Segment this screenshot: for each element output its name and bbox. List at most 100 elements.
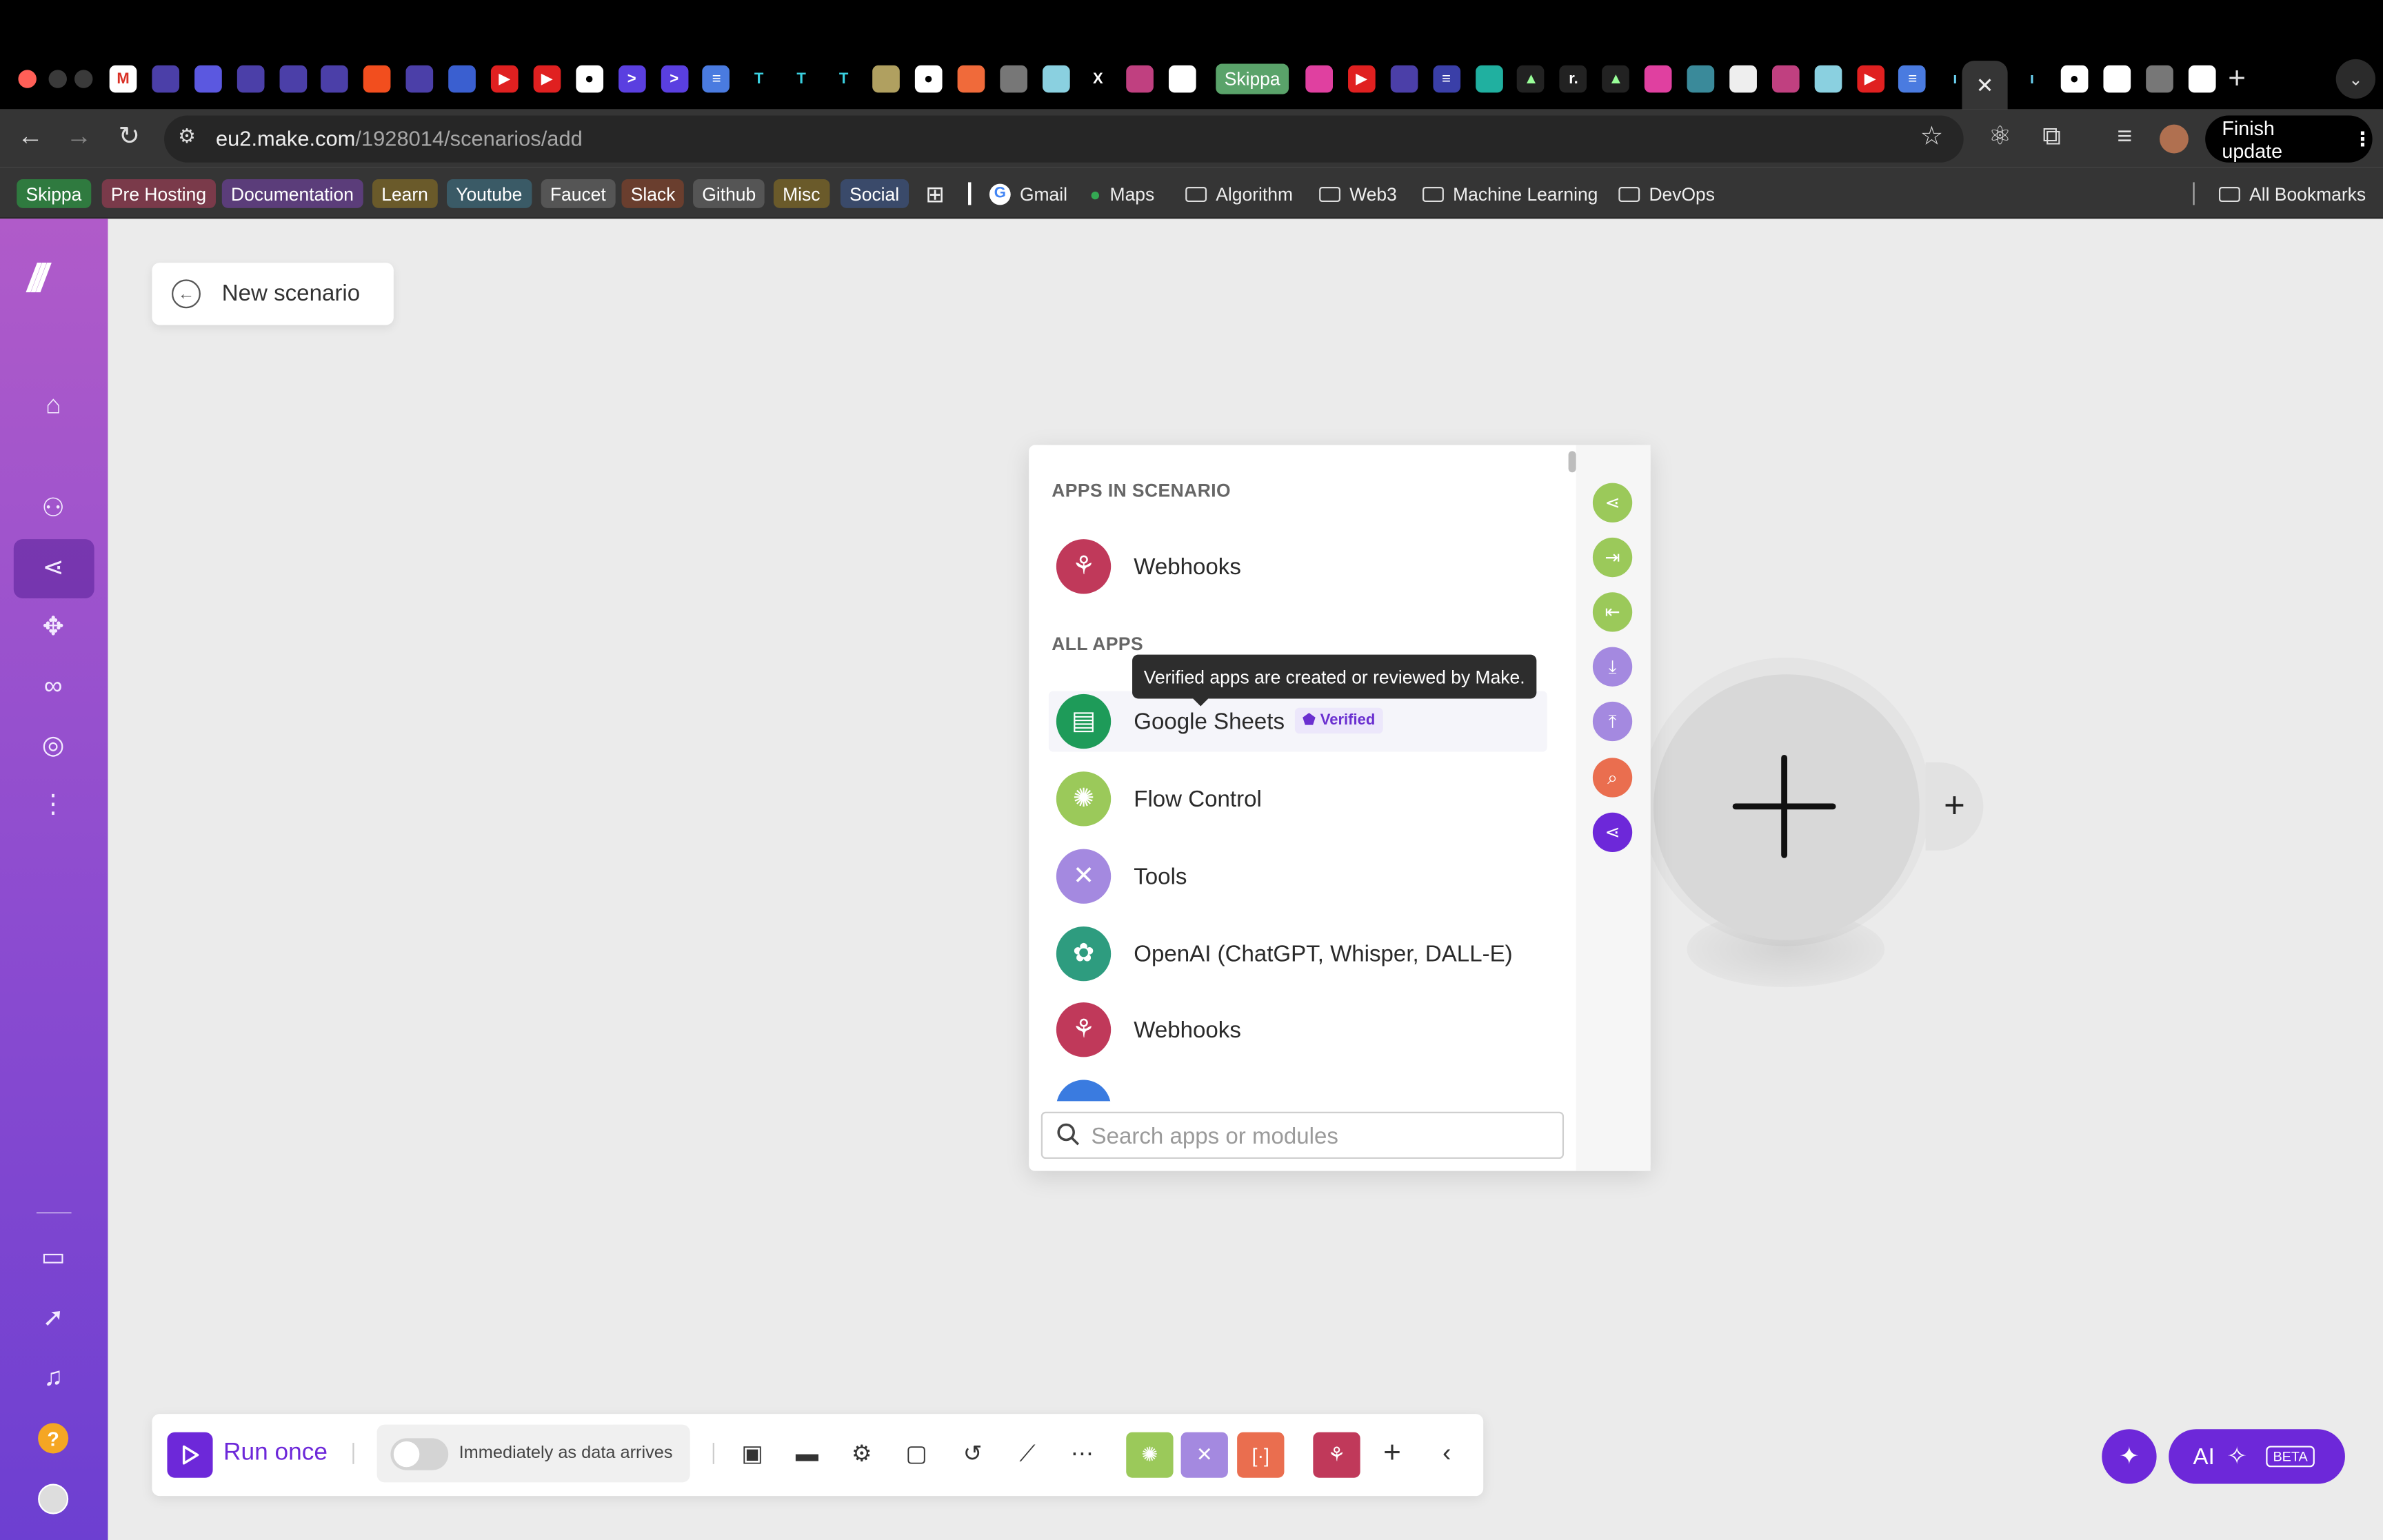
run-once-button[interactable] bbox=[167, 1432, 213, 1478]
magic-wand-icon[interactable]: ⟋ bbox=[1011, 1437, 1044, 1470]
add-favorite-icon[interactable]: + bbox=[1376, 1436, 1409, 1470]
app-tab-icon[interactable] bbox=[1127, 65, 1154, 93]
extensions-icon[interactable]: ⧉ bbox=[2035, 121, 2068, 152]
explain-flow-icon[interactable]: ▬ bbox=[790, 1437, 823, 1470]
bookmark-slack[interactable]: Slack bbox=[621, 179, 685, 208]
zoom-window-button[interactable] bbox=[74, 70, 93, 88]
app-tab-icon[interactable]: T bbox=[829, 65, 858, 93]
app-tab-icon[interactable] bbox=[194, 65, 222, 93]
shield-tab-icon[interactable] bbox=[152, 65, 179, 93]
url-text[interactable]: eu2.make.com/1928014/scenarios/add bbox=[216, 126, 583, 150]
notes-icon[interactable]: ▢ bbox=[900, 1437, 933, 1470]
figma-tab-icon[interactable] bbox=[363, 65, 392, 93]
user-avatar[interactable] bbox=[38, 1483, 69, 1514]
tab-search-button[interactable]: ⌄ bbox=[2335, 59, 2376, 99]
more-icon[interactable]: ⋯ bbox=[1065, 1437, 1098, 1470]
globe-tab-icon[interactable] bbox=[999, 65, 1027, 93]
terminal-tab-icon[interactable]: > bbox=[660, 65, 688, 93]
x-tab-icon[interactable]: X bbox=[1084, 65, 1112, 93]
docs-tab-icon[interactable]: ≡ bbox=[1898, 65, 1927, 93]
terminal-tab-icon[interactable]: > bbox=[618, 65, 646, 93]
docs-tab-icon[interactable]: ≡ bbox=[703, 65, 731, 93]
app-tab-icon[interactable]: T bbox=[787, 65, 815, 93]
shield-tab-icon[interactable] bbox=[237, 65, 264, 93]
chrome-tab-icon[interactable] bbox=[1169, 65, 1197, 93]
bookmark-social[interactable]: Social bbox=[840, 179, 909, 208]
github-tab-icon[interactable]: ● bbox=[914, 65, 943, 93]
team-icon[interactable]: ⚇ bbox=[33, 489, 72, 528]
ai-assistant-button[interactable]: AI ✧ BETA bbox=[2169, 1429, 2345, 1484]
text-parser-icon[interactable]: [·] bbox=[1237, 1432, 1285, 1478]
app-tab-icon[interactable] bbox=[1729, 65, 1757, 93]
folder-algorithm[interactable]: Algorithm bbox=[1185, 179, 1293, 208]
save-icon[interactable]: ▣ bbox=[736, 1437, 769, 1470]
tools-icon[interactable]: ✕ bbox=[1180, 1432, 1228, 1478]
bookmark-documentation[interactable]: Documentation bbox=[221, 179, 363, 208]
profile-avatar[interactable] bbox=[2160, 124, 2189, 154]
youtube-tab-icon[interactable]: ▶ bbox=[1856, 65, 1884, 93]
rocket-icon[interactable]: ➚ bbox=[33, 1299, 72, 1338]
app-openai[interactable]: ✿ OpenAI (ChatGPT, Whisper, DALL-E) bbox=[1049, 924, 1547, 984]
skippa-tab[interactable]: Skippa bbox=[1216, 63, 1289, 94]
app-tab-icon[interactable]: r. bbox=[1560, 65, 1587, 93]
docs-book-icon[interactable]: ▭ bbox=[33, 1238, 72, 1277]
google-tab-icon[interactable] bbox=[2102, 65, 2131, 93]
add-next-module-button[interactable]: + bbox=[1925, 762, 1984, 851]
shield-tab-icon[interactable] bbox=[406, 65, 434, 93]
finish-update-button[interactable]: Finish update ⋮ bbox=[2205, 115, 2373, 163]
bookmark-faucet[interactable]: Faucet bbox=[541, 179, 615, 208]
app-http-partial[interactable] bbox=[1056, 1080, 1112, 1102]
bookmark-learn[interactable]: Learn bbox=[372, 179, 438, 208]
scenarios-icon[interactable]: ⋖ bbox=[33, 548, 72, 587]
help-icon[interactable]: ? bbox=[38, 1423, 69, 1454]
github-tab-icon[interactable]: ● bbox=[2060, 65, 2089, 93]
collapse-chevron-icon[interactable]: ‹ bbox=[1430, 1437, 1463, 1470]
bookmark-skippa[interactable]: Skippa bbox=[17, 179, 91, 208]
new-scenario-header[interactable]: ← New scenario bbox=[152, 263, 394, 325]
github-tab-icon[interactable]: ● bbox=[575, 65, 603, 93]
youtube-tab-icon[interactable]: ▶ bbox=[1347, 65, 1376, 93]
aggregator-icon[interactable]: ⇤ bbox=[1592, 592, 1633, 632]
bookmark-maps[interactable]: ● Maps bbox=[1089, 179, 1154, 208]
bookmark-gmail[interactable]: G Gmail bbox=[989, 179, 1067, 208]
close-window-button[interactable] bbox=[18, 70, 37, 88]
shield-tab-icon[interactable] bbox=[321, 65, 349, 93]
folder-devops[interactable]: DevOps bbox=[1618, 179, 1715, 208]
app-tab-icon[interactable] bbox=[448, 65, 476, 93]
app-tab-icon[interactable] bbox=[1814, 65, 1842, 93]
app-flow-control[interactable]: ✺ Flow Control bbox=[1049, 769, 1547, 829]
folder-machine-learning[interactable]: Machine Learning bbox=[1422, 179, 1598, 208]
templates-puzzle-icon[interactable]: ✥ bbox=[33, 607, 72, 647]
make-logo[interactable]: /// bbox=[28, 255, 48, 302]
flow-control-icon[interactable]: ✺ bbox=[1126, 1432, 1174, 1478]
app-tab-icon[interactable] bbox=[1771, 65, 1800, 93]
analytics-tab-icon[interactable]: ı bbox=[2018, 65, 2046, 93]
reload-icon[interactable]: ↻ bbox=[112, 121, 145, 152]
apps-grid-icon[interactable]: ⊞ bbox=[925, 179, 945, 208]
instagram-tab-icon[interactable] bbox=[1305, 65, 1333, 93]
all-bookmarks[interactable]: All Bookmarks bbox=[2218, 179, 2366, 208]
app-tab-icon[interactable]: ≡ bbox=[1432, 65, 1460, 93]
webhook-icon[interactable]: ⚘ bbox=[1313, 1432, 1360, 1478]
shield-tab-icon[interactable] bbox=[1390, 65, 1418, 93]
connections-link-icon[interactable]: ∞ bbox=[33, 667, 72, 706]
app-tab-icon[interactable]: ▲ bbox=[1602, 65, 1630, 93]
search-field[interactable] bbox=[1040, 1111, 1565, 1159]
bookmark-star-icon[interactable]: ☆ bbox=[1915, 121, 1948, 152]
app-tab-icon[interactable]: ▲ bbox=[1517, 65, 1545, 93]
app-tab-icon[interactable] bbox=[1687, 65, 1715, 93]
new-tab-button[interactable]: + bbox=[2228, 62, 2246, 97]
scenario-app-webhooks[interactable]: ⚘ Webhooks bbox=[1049, 536, 1547, 597]
shield-tab-icon[interactable] bbox=[279, 65, 307, 93]
app-webhooks[interactable]: ⚘ Webhooks bbox=[1049, 1000, 1547, 1060]
youtube-tab-icon[interactable]: ▶ bbox=[533, 65, 561, 93]
back-arrow-icon[interactable]: ← bbox=[14, 121, 47, 152]
webhooks-globe-icon[interactable]: ◎ bbox=[33, 726, 72, 765]
back-arrow-icon[interactable]: ← bbox=[172, 279, 201, 309]
app-tab-icon[interactable] bbox=[1645, 65, 1672, 93]
notifications-bell-icon[interactable]: ♫ bbox=[33, 1358, 72, 1397]
chrome-tab-icon[interactable] bbox=[2187, 65, 2215, 93]
media-controls-icon[interactable]: ≡ bbox=[2108, 121, 2141, 152]
minimize-window-button[interactable] bbox=[48, 70, 67, 88]
bookmark-misc[interactable]: Misc bbox=[773, 179, 829, 208]
